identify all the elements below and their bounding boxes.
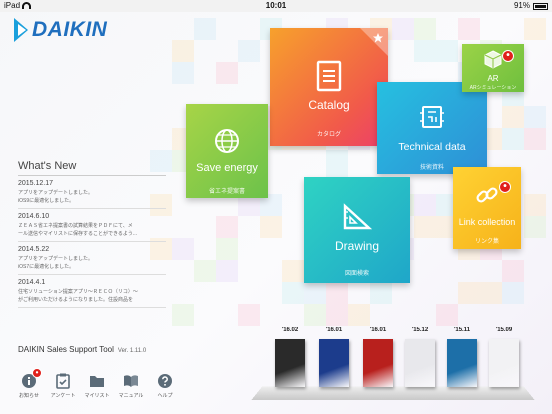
catalog-book[interactable]: '15.12 xyxy=(405,327,435,387)
catalog-book[interactable]: '16.01 xyxy=(363,327,393,387)
help-icon xyxy=(158,374,172,388)
notification-badge: • xyxy=(32,368,42,378)
globe-icon xyxy=(215,129,239,153)
toolbar-survey-button[interactable]: アンケート xyxy=(46,370,80,410)
tile-ar[interactable]: AR ARシミュレーション • xyxy=(462,44,524,92)
version-number: Ver. 1.11.0 xyxy=(117,348,147,354)
news-item[interactable]: 2014.5.22 アプリをアップデートしました。 iOS7に最適化しました。 xyxy=(18,245,166,275)
bottom-toolbar: • お知らせ アンケート マイリスト マニュアル ヘルプ xyxy=(12,368,182,410)
catalog-edition: '15.12 xyxy=(411,327,429,333)
status-bar: iPad 10:01 91% xyxy=(0,0,552,12)
catalog-book[interactable]: '15.11 xyxy=(447,327,477,387)
document-icon xyxy=(316,60,342,92)
tile-drawing[interactable]: Drawing 図面検索 xyxy=(304,177,410,283)
survey-icon xyxy=(56,373,70,389)
battery-percent: 91% xyxy=(513,1,530,10)
news-body: アプリをアップデートしました。 iOS7に最適化しました。 xyxy=(18,256,94,270)
tile-link-collection-label: Link collection xyxy=(458,217,516,227)
tile-drawing-sub: 図面検索 xyxy=(344,271,369,277)
clock: 10:01 xyxy=(265,1,287,10)
catalog-edition: '16.01 xyxy=(369,327,387,333)
tile-link-collection-sub: リンク集 xyxy=(474,239,499,245)
tile-ar-sub: ARシミュレーション xyxy=(469,85,517,91)
tile-link-collection[interactable]: Link collection リンク集 • xyxy=(453,167,521,249)
news-body: ＺＥＡＳ省エネ提案書の試算結果をＰＤＦにて、メ ール送信やマイリストに保存するこ… xyxy=(18,223,138,237)
tile-save-energy-label: Save energy xyxy=(196,162,258,174)
tile-technical-data[interactable]: Technical data 技術資料 xyxy=(377,82,487,174)
whats-new-title: What's New xyxy=(18,160,166,176)
catalog-book[interactable]: '16.01 xyxy=(319,327,349,387)
tile-catalog-sub: カタログ xyxy=(316,132,341,138)
tile-technical-data-label: Technical data xyxy=(398,141,466,153)
tile-ar-label: AR xyxy=(487,74,499,83)
toolbar-manual-button[interactable]: マニュアル xyxy=(114,370,148,410)
toolbar-news-button[interactable]: • お知らせ xyxy=(12,368,46,410)
tile-catalog[interactable]: Catalog カタログ xyxy=(270,28,388,146)
news-body: 住宅ソリューション提案アプリ～ＲＥＣＯ（リコ）～ がご利用いただけるようになりま… xyxy=(18,289,138,303)
circuit-icon xyxy=(420,106,444,128)
toolbar-help-button[interactable]: ヘルプ xyxy=(148,370,182,410)
ruler-triangle-icon xyxy=(343,203,372,230)
app-name: DAIKIN Sales Support Tool xyxy=(18,345,114,354)
tile-drawing-label: Drawing xyxy=(334,239,379,253)
catalog-edition: '15.11 xyxy=(453,327,471,333)
app-version: DAIKIN Sales Support Tool Ver. 1.11.0 xyxy=(18,345,146,354)
battery-icon xyxy=(533,3,548,10)
notification-badge: • xyxy=(502,50,514,62)
news-item[interactable]: 2014.6.10 ＺＥＡＳ省エネ提案書の試算結果をＰＤＦにて、メ ール送信やマ… xyxy=(18,212,166,242)
chain-link-icon xyxy=(476,187,498,203)
toolbar-mylist-button[interactable]: マイリスト xyxy=(80,370,114,410)
news-item[interactable]: 2015.12.17 アプリをアップデートしました。 iOS9に最適化しました。 xyxy=(18,179,166,209)
news-date: 2014.4.1 xyxy=(18,279,46,286)
notification-badge: • xyxy=(499,181,511,193)
tile-save-energy-sub: 省エネ提案書 xyxy=(208,189,245,195)
news-date: 2015.12.17 xyxy=(18,180,54,187)
whats-new-panel: What's New 2015.12.17 アプリをアップデートしました。 iO… xyxy=(18,160,166,320)
tile-catalog-label: Catalog xyxy=(308,98,350,112)
daikin-logo: DAIKIN xyxy=(14,18,124,42)
star-icon xyxy=(373,33,383,43)
folder-icon xyxy=(90,376,104,387)
shelf-base xyxy=(251,386,535,400)
news-body: アプリをアップデートしました。 iOS9に最適化しました。 xyxy=(18,190,94,204)
news-date: 2014.6.10 xyxy=(18,213,50,220)
book-icon xyxy=(124,375,138,387)
news-date: 2014.5.22 xyxy=(18,246,50,253)
catalog-edition: '16.02 xyxy=(281,327,299,333)
catalog-book[interactable]: '16.02 xyxy=(275,327,305,387)
catalog-edition: '15.09 xyxy=(495,327,513,333)
news-item[interactable]: 2014.4.1 住宅ソリューション提案アプリ～ＲＥＣＯ（リコ）～ がご利用いた… xyxy=(18,278,166,308)
catalog-book[interactable]: '15.09 xyxy=(489,327,519,387)
tile-save-energy[interactable]: Save energy 省エネ提案書 xyxy=(186,104,268,198)
toolbar-label: ヘルプ xyxy=(157,393,173,399)
cube-icon xyxy=(484,50,502,69)
catalog-edition: '16.01 xyxy=(325,327,343,333)
catalog-shelf: '16.02 '16.01 '16.01 '15.12 '15.11 '15.0… xyxy=(251,327,535,405)
